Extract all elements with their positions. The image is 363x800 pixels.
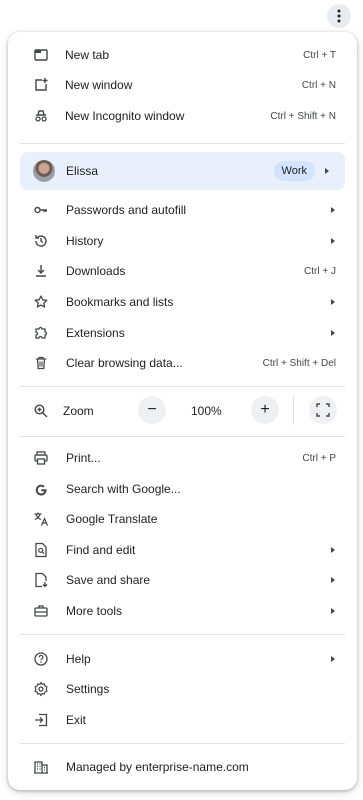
managed-by-info[interactable]: Managed by enterprise-name.com <box>8 752 357 782</box>
profile-row[interactable]: Elissa Work <box>20 152 345 190</box>
shortcut-text: Ctrl + P <box>302 452 336 464</box>
menu-item-label: New window <box>65 78 133 92</box>
menu-item-label: Clear browsing data... <box>66 356 183 370</box>
shortcut-text: Ctrl + T <box>303 49 336 61</box>
chevron-right-icon <box>331 330 335 336</box>
save-page-icon <box>32 571 50 589</box>
chevron-right-icon <box>331 577 335 583</box>
zoom-level: 100% <box>191 404 222 418</box>
find-page-icon <box>32 541 50 559</box>
minus-icon: − <box>147 401 157 418</box>
kebab-icon <box>337 9 341 23</box>
menu-item-new-window[interactable]: New window Ctrl + N <box>8 70 357 100</box>
menu-item-new-tab[interactable]: New tab Ctrl + T <box>8 40 357 70</box>
toolbox-icon <box>32 602 50 620</box>
divider <box>20 386 345 387</box>
plus-icon: + <box>260 401 270 418</box>
incognito-icon <box>32 107 50 125</box>
puzzle-icon <box>32 324 50 342</box>
menu-item-bookmarks[interactable]: Bookmarks and lists <box>8 287 357 317</box>
printer-icon <box>32 449 50 467</box>
download-icon <box>32 262 50 280</box>
menu-item-label: More tools <box>66 604 123 618</box>
divider <box>20 436 345 437</box>
menu-item-exit[interactable]: Exit <box>8 705 357 735</box>
avatar <box>33 160 55 182</box>
menu-item-label: New Incognito window <box>65 109 185 123</box>
menu-item-history[interactable]: History <box>8 226 357 256</box>
menu-item-clear-data[interactable]: Clear browsing data... Ctrl + Shift + De… <box>8 348 357 378</box>
shortcut-text: Ctrl + J <box>304 265 336 277</box>
zoom-out-button[interactable]: − <box>138 396 166 424</box>
menu-item-label: Print... <box>66 451 101 465</box>
new-tab-icon <box>32 46 50 64</box>
menu-item-incognito[interactable]: New Incognito window Ctrl + Shift + N <box>8 101 357 131</box>
chevron-right-icon <box>331 238 335 244</box>
menu-item-label: Settings <box>66 682 110 696</box>
shortcut-text: Ctrl + Shift + N <box>270 110 336 122</box>
divider <box>20 634 345 635</box>
chevron-right-icon <box>331 608 335 614</box>
shortcut-text: Ctrl + Shift + Del <box>262 357 336 369</box>
menu-item-label: Save and share <box>66 573 151 587</box>
divider <box>20 143 345 144</box>
zoom-label: Zoom <box>63 404 94 418</box>
profile-name: Elissa <box>66 164 99 178</box>
gear-icon <box>32 680 50 698</box>
menu-item-print[interactable]: Print... Ctrl + P <box>8 443 357 473</box>
menu-item-passwords[interactable]: Passwords and autofill <box>8 195 357 225</box>
trash-icon <box>32 354 50 372</box>
chevron-right-icon <box>325 168 329 174</box>
shortcut-text: Ctrl + N <box>301 79 336 91</box>
chevron-right-icon <box>331 547 335 553</box>
exit-icon <box>32 711 50 729</box>
zoom-in-button[interactable]: + <box>251 396 279 424</box>
menu-item-label: Search with Google... <box>66 482 181 496</box>
history-icon <box>32 232 50 250</box>
menu-item-label: New tab <box>65 48 110 62</box>
chevron-right-icon <box>331 656 335 662</box>
star-icon <box>32 293 50 311</box>
menu-item-translate[interactable]: Google Translate <box>8 504 357 534</box>
menu-item-label: Find and edit <box>66 543 136 557</box>
divider <box>293 395 294 425</box>
menu-item-find-edit[interactable]: Find and edit <box>8 535 357 565</box>
new-window-icon <box>32 76 50 94</box>
menu-item-more-tools[interactable]: More tools <box>8 596 357 626</box>
menu-item-label: Downloads <box>66 264 126 278</box>
google-icon <box>32 480 50 498</box>
help-icon <box>32 650 50 668</box>
menu-item-label: Exit <box>66 713 87 727</box>
chevron-right-icon <box>331 207 335 213</box>
chevron-right-icon <box>331 299 335 305</box>
menu-item-downloads[interactable]: Downloads Ctrl + J <box>8 256 357 286</box>
menu-item-label: Extensions <box>66 326 125 340</box>
divider <box>20 743 345 744</box>
menu-item-label: Help <box>66 652 91 666</box>
more-options-button[interactable] <box>327 4 351 28</box>
menu-item-extensions[interactable]: Extensions <box>8 318 357 348</box>
zoom-icon <box>32 402 50 420</box>
menu-item-label: Google Translate <box>66 512 158 526</box>
building-icon <box>32 758 50 776</box>
fullscreen-button[interactable] <box>309 396 337 424</box>
menu-item-label: Managed by enterprise-name.com <box>66 760 249 774</box>
fullscreen-icon <box>316 403 330 417</box>
key-icon <box>32 201 50 219</box>
menu-item-settings[interactable]: Settings <box>8 674 357 704</box>
translate-icon <box>32 510 50 528</box>
zoom-row: Zoom − 100% + <box>8 394 357 428</box>
menu-item-label: History <box>66 234 104 248</box>
browser-menu: New tab Ctrl + T New window Ctrl + N New… <box>8 32 357 790</box>
profile-badge: Work <box>273 161 315 181</box>
menu-item-help[interactable]: Help <box>8 644 357 674</box>
menu-item-label: Passwords and autofill <box>66 203 187 217</box>
menu-item-search-google[interactable]: Search with Google... <box>8 474 357 504</box>
menu-item-save-share[interactable]: Save and share <box>8 565 357 595</box>
menu-item-label: Bookmarks and lists <box>66 295 174 309</box>
